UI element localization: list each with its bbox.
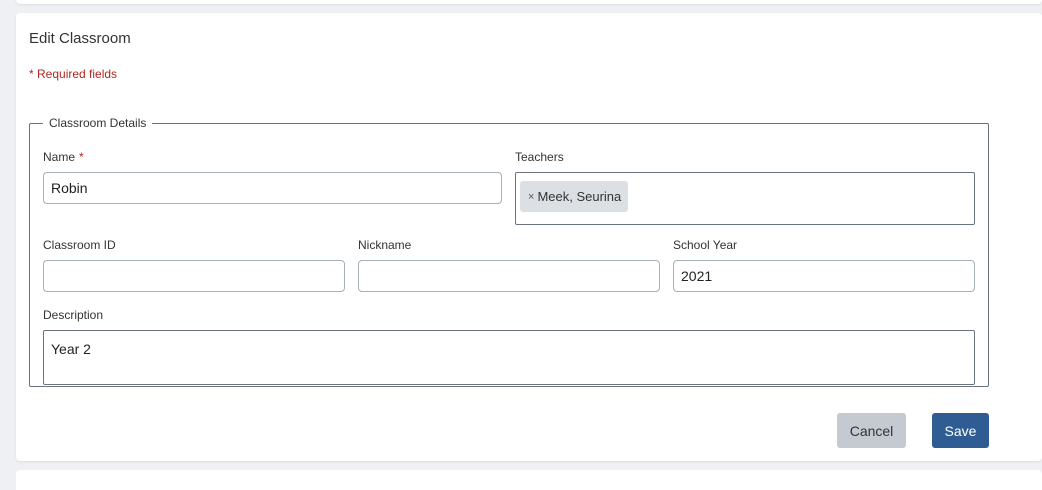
description-label: Description [43, 308, 104, 322]
school-year-label: School Year [673, 238, 738, 252]
teachers-label: Teachers [515, 150, 564, 164]
required-marker: * [79, 150, 84, 164]
section-legend: Classroom Details [49, 116, 147, 130]
previous-card [16, 0, 1042, 4]
next-card [16, 470, 1042, 490]
page-title: Edit Classroom [29, 30, 131, 47]
teachers-multiselect[interactable]: × Meek, Seurina [515, 172, 975, 225]
classroom-id-label: Classroom ID [43, 238, 116, 252]
classroom-id-input[interactable] [43, 260, 345, 292]
edit-classroom-card: Edit Classroom * Required fields Classro… [16, 13, 1042, 461]
description-textarea[interactable]: Year 2 [43, 330, 975, 385]
classroom-details-section: Classroom Details Name* Teachers × Meek,… [29, 116, 989, 387]
cancel-button[interactable]: Cancel [837, 413, 906, 448]
teacher-chip-label: Meek, Seurina [537, 189, 622, 204]
name-input[interactable] [43, 172, 502, 204]
nickname-input[interactable] [358, 260, 660, 292]
save-button[interactable]: Save [932, 413, 989, 448]
name-label-text: Name [43, 150, 76, 164]
chip-remove-icon[interactable]: × [528, 191, 534, 203]
teacher-chip: × Meek, Seurina [520, 181, 629, 212]
name-label: Name * [43, 150, 84, 164]
required-fields-note: * Required fields [29, 67, 118, 81]
school-year-input[interactable] [673, 260, 975, 292]
nickname-label: Nickname [358, 238, 412, 252]
